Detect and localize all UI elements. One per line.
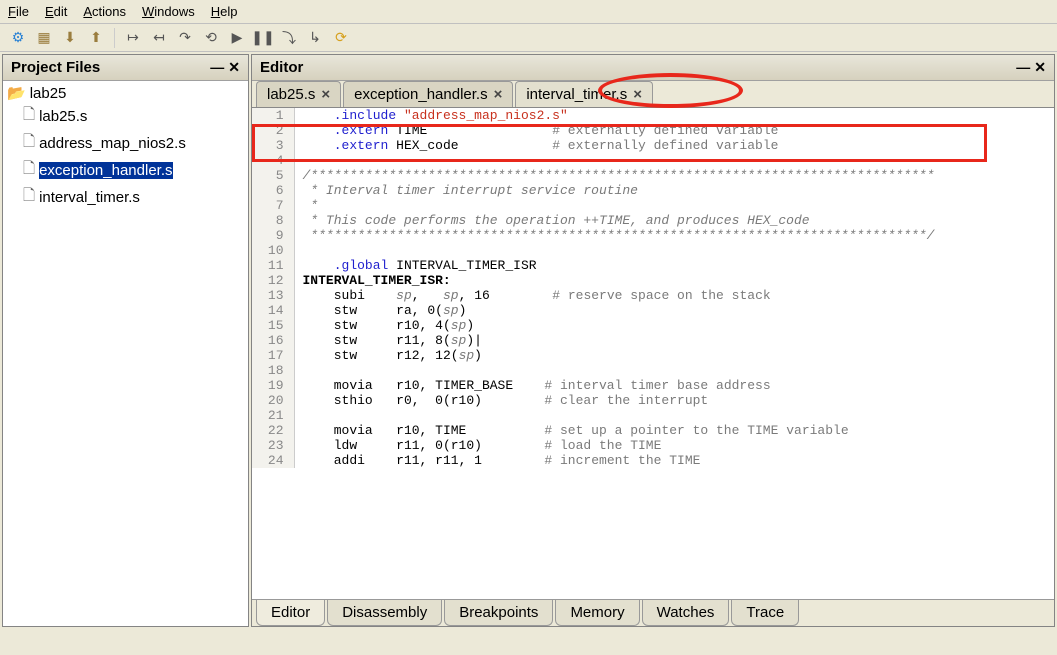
menu-file[interactable]: File — [8, 4, 29, 19]
tree-folder[interactable]: 📂lab25 — [5, 83, 246, 103]
tab-breakpoints[interactable]: Breakpoints — [444, 600, 553, 626]
tab-disassembly[interactable]: Disassembly — [327, 600, 442, 626]
menu-windows[interactable]: Windows — [142, 4, 195, 19]
project-panel-title: Project Files — [11, 59, 100, 76]
menu-actions[interactable]: Actions — [83, 4, 126, 19]
close-icon[interactable]: ✕ — [228, 59, 240, 76]
file-icon: 🗋 — [23, 131, 35, 156]
editor-panel: Editor — ✕ lab25.s× exception_handler.s×… — [251, 54, 1055, 627]
tree-file[interactable]: 🗋lab25.s — [5, 103, 246, 130]
close-icon[interactable]: × — [633, 86, 642, 103]
tab-editor[interactable]: Editor — [256, 600, 325, 626]
file-icon: 🗋 — [23, 185, 35, 210]
tab-interval-timer[interactable]: interval_timer.s× — [515, 81, 653, 107]
tab-trace[interactable]: Trace — [731, 600, 799, 626]
upload-icon[interactable]: ⬆ — [86, 28, 106, 48]
restart-icon[interactable]: ⟲ — [201, 28, 221, 48]
minimize-icon[interactable]: — — [210, 59, 224, 76]
step-over-icon[interactable]: ↷ — [175, 28, 195, 48]
tree-file[interactable]: 🗋address_map_nios2.s — [5, 130, 246, 157]
menu-edit[interactable]: Edit — [45, 4, 67, 19]
gear-icon[interactable]: ⚙ — [8, 28, 28, 48]
refresh-icon[interactable]: ⟳ — [331, 28, 351, 48]
download-icon[interactable]: ⬇ — [60, 28, 80, 48]
bottom-tabs: Editor Disassembly Breakpoints Memory Wa… — [252, 599, 1054, 626]
code-editor[interactable]: 1 .include "address_map_nios2.s" 2 .exte… — [252, 108, 1054, 599]
pause-icon[interactable]: ❚❚ — [253, 28, 273, 48]
step-back-icon[interactable]: ↤ — [149, 28, 169, 48]
file-icon: 🗋 — [23, 104, 35, 129]
project-tree[interactable]: 📂lab25 🗋lab25.s 🗋address_map_nios2.s 🗋ex… — [3, 81, 248, 626]
menu-help[interactable]: Help — [211, 4, 238, 19]
minimize-icon[interactable]: — — [1016, 59, 1030, 76]
toolbar: ⚙ ▦ ⬇ ⬆ ↦ ↤ ↷ ⟲ ▶ ❚❚ ⤵ ↳ ⟳ — [0, 24, 1057, 52]
compile-icon[interactable]: ▦ — [34, 28, 54, 48]
close-icon[interactable]: × — [494, 86, 503, 103]
project-panel: Project Files — ✕ 📂lab25 🗋lab25.s 🗋addre… — [2, 54, 249, 627]
editor-tabs: lab25.s× exception_handler.s× interval_t… — [252, 81, 1054, 108]
close-icon[interactable]: ✕ — [1034, 59, 1046, 76]
tree-file[interactable]: 🗋exception_handler.s — [5, 157, 246, 184]
tab-lab25[interactable]: lab25.s× — [256, 81, 341, 107]
close-icon[interactable]: × — [321, 86, 330, 103]
tab-watches[interactable]: Watches — [642, 600, 730, 626]
tab-memory[interactable]: Memory — [555, 600, 639, 626]
step-into-icon[interactable]: ⤵ — [279, 28, 299, 48]
run-icon[interactable]: ▶ — [227, 28, 247, 48]
folder-icon: 📂 — [7, 84, 26, 102]
tab-exception-handler[interactable]: exception_handler.s× — [343, 81, 513, 107]
file-icon: 🗋 — [23, 158, 35, 183]
tree-file[interactable]: 🗋interval_timer.s — [5, 184, 246, 211]
step-out-icon[interactable]: ↦ — [123, 28, 143, 48]
menubar: File Edit Actions Windows Help — [0, 0, 1057, 24]
editor-panel-title: Editor — [260, 59, 303, 76]
step-icon[interactable]: ↳ — [305, 28, 325, 48]
